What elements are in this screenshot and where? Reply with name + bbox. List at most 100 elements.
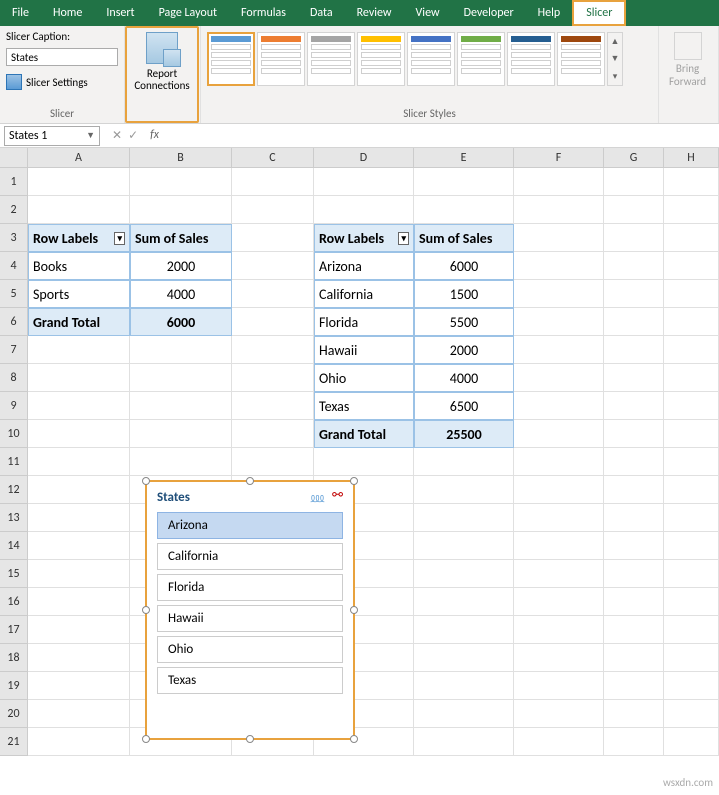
cell[interactable] bbox=[664, 224, 719, 252]
resize-handle-sw[interactable] bbox=[142, 735, 150, 743]
row-header-9[interactable]: 9 bbox=[0, 392, 28, 420]
style-thumb-6[interactable] bbox=[457, 32, 505, 86]
cell[interactable]: Row Labels▾ bbox=[314, 224, 414, 252]
cell[interactable] bbox=[514, 672, 604, 700]
col-header-F[interactable]: F bbox=[514, 148, 604, 168]
cell[interactable]: 2000 bbox=[414, 336, 514, 364]
cell[interactable] bbox=[604, 420, 664, 448]
cell[interactable] bbox=[28, 560, 130, 588]
cell[interactable]: Grand Total bbox=[28, 308, 130, 336]
filter-dropdown-icon[interactable]: ▾ bbox=[398, 232, 409, 245]
row-header-10[interactable]: 10 bbox=[0, 420, 28, 448]
cell[interactable] bbox=[514, 560, 604, 588]
slicer-widget[interactable]: States ⅏ ⚯ ArizonaCaliforniaFloridaHawai… bbox=[145, 480, 355, 740]
cell[interactable] bbox=[514, 588, 604, 616]
cell[interactable] bbox=[28, 672, 130, 700]
cell[interactable] bbox=[130, 392, 232, 420]
slicer-item[interactable]: Texas bbox=[157, 667, 343, 694]
name-box-dropdown-icon[interactable]: ▼ bbox=[86, 130, 95, 141]
row-header-16[interactable]: 16 bbox=[0, 588, 28, 616]
row-header-5[interactable]: 5 bbox=[0, 280, 28, 308]
row-header-7[interactable]: 7 bbox=[0, 336, 28, 364]
cell[interactable] bbox=[604, 588, 664, 616]
cell[interactable] bbox=[130, 336, 232, 364]
cell[interactable]: California bbox=[314, 280, 414, 308]
cell[interactable] bbox=[28, 728, 130, 756]
cell[interactable] bbox=[664, 672, 719, 700]
cell[interactable] bbox=[514, 420, 604, 448]
cell[interactable]: Grand Total bbox=[314, 420, 414, 448]
row-header-18[interactable]: 18 bbox=[0, 644, 28, 672]
cell[interactable] bbox=[514, 224, 604, 252]
cell[interactable] bbox=[232, 392, 314, 420]
cell[interactable] bbox=[232, 224, 314, 252]
cell[interactable]: Florida bbox=[314, 308, 414, 336]
row-header-4[interactable]: 4 bbox=[0, 252, 28, 280]
cell[interactable] bbox=[414, 672, 514, 700]
cell[interactable] bbox=[414, 700, 514, 728]
slicer-item[interactable]: Hawaii bbox=[157, 605, 343, 632]
cell[interactable] bbox=[604, 672, 664, 700]
tab-file[interactable]: File bbox=[0, 0, 41, 26]
cell[interactable] bbox=[604, 728, 664, 756]
cell[interactable]: 2000 bbox=[130, 252, 232, 280]
cell[interactable] bbox=[604, 364, 664, 392]
slicer-caption-input[interactable] bbox=[6, 48, 118, 66]
cell[interactable] bbox=[664, 532, 719, 560]
cell[interactable] bbox=[232, 448, 314, 476]
cell[interactable] bbox=[314, 448, 414, 476]
slicer-item[interactable]: California bbox=[157, 543, 343, 570]
style-thumb-3[interactable] bbox=[307, 32, 355, 86]
cell[interactable] bbox=[664, 420, 719, 448]
name-box[interactable]: States 1 ▼ bbox=[4, 126, 100, 146]
cell[interactable] bbox=[414, 196, 514, 224]
cell[interactable] bbox=[604, 392, 664, 420]
cell[interactable] bbox=[604, 224, 664, 252]
col-header-E[interactable]: E bbox=[414, 148, 514, 168]
resize-handle-se[interactable] bbox=[350, 735, 358, 743]
style-thumb-8[interactable] bbox=[557, 32, 605, 86]
row-header-20[interactable]: 20 bbox=[0, 700, 28, 728]
cell[interactable] bbox=[314, 168, 414, 196]
tab-slicer[interactable]: Slicer bbox=[572, 0, 626, 26]
cell[interactable] bbox=[664, 504, 719, 532]
cell[interactable]: Books bbox=[28, 252, 130, 280]
cell[interactable] bbox=[28, 448, 130, 476]
col-header-C[interactable]: C bbox=[232, 148, 314, 168]
resize-handle-e[interactable] bbox=[350, 606, 358, 614]
col-header-A[interactable]: A bbox=[28, 148, 130, 168]
cell[interactable] bbox=[130, 364, 232, 392]
cell[interactable] bbox=[664, 700, 719, 728]
row-header-15[interactable]: 15 bbox=[0, 560, 28, 588]
cell[interactable] bbox=[514, 644, 604, 672]
cell[interactable] bbox=[130, 420, 232, 448]
row-header-2[interactable]: 2 bbox=[0, 196, 28, 224]
tab-home[interactable]: Home bbox=[41, 0, 94, 26]
cell[interactable] bbox=[604, 560, 664, 588]
cell[interactable] bbox=[664, 336, 719, 364]
cell[interactable] bbox=[514, 364, 604, 392]
filter-dropdown-icon[interactable]: ▾ bbox=[114, 232, 125, 245]
resize-handle-s[interactable] bbox=[246, 735, 254, 743]
cell[interactable] bbox=[28, 532, 130, 560]
cell[interactable] bbox=[414, 168, 514, 196]
cell[interactable] bbox=[514, 252, 604, 280]
resize-handle-w[interactable] bbox=[142, 606, 150, 614]
resize-handle-nw[interactable] bbox=[142, 477, 150, 485]
cell[interactable] bbox=[514, 392, 604, 420]
cell[interactable]: 4000 bbox=[130, 280, 232, 308]
cell[interactable] bbox=[604, 252, 664, 280]
cell[interactable] bbox=[28, 364, 130, 392]
resize-handle-ne[interactable] bbox=[350, 477, 358, 485]
cell[interactable] bbox=[232, 364, 314, 392]
cell[interactable] bbox=[28, 392, 130, 420]
cell[interactable] bbox=[604, 196, 664, 224]
cell[interactable] bbox=[28, 420, 130, 448]
cell[interactable] bbox=[414, 728, 514, 756]
tab-view[interactable]: View bbox=[404, 0, 452, 26]
row-header-1[interactable]: 1 bbox=[0, 168, 28, 196]
cell[interactable] bbox=[664, 308, 719, 336]
cell[interactable] bbox=[604, 308, 664, 336]
cell[interactable] bbox=[664, 588, 719, 616]
col-header-G[interactable]: G bbox=[604, 148, 664, 168]
